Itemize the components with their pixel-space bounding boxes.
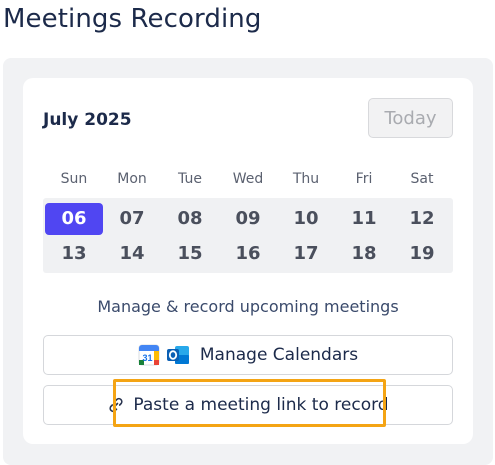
weekday-mon: Mon (117, 171, 147, 187)
today-button[interactable]: Today (368, 98, 453, 138)
day-cell[interactable]: 10 (277, 203, 335, 235)
day-cell[interactable]: 07 (103, 203, 161, 235)
day-cell[interactable]: 13 (45, 238, 103, 270)
weekday-sun: Sun (60, 171, 88, 187)
manage-calendars-label: Manage Calendars (199, 345, 359, 365)
day-cell[interactable]: 19 (393, 238, 451, 270)
manage-calendars-button[interactable]: 31 Manage Calendars (43, 335, 453, 375)
page-title: Meetings Recording (3, 4, 262, 34)
manage-meetings-text: Manage & record upcoming meetings (97, 297, 399, 316)
paste-meeting-link-label: Paste a meeting link to record (133, 395, 389, 415)
day-cell[interactable]: 08 (161, 203, 219, 235)
paste-meeting-link-button[interactable]: Paste a meeting link to record (43, 385, 453, 425)
weekday-wed: Wed (232, 171, 264, 187)
weekday-fri: Fri (355, 171, 373, 187)
weekday-thu: Thu (292, 171, 320, 187)
day-cell[interactable]: 18 (335, 238, 393, 270)
month-label: July 2025 (43, 110, 132, 130)
weekday-tue: Tue (178, 171, 202, 187)
day-cell[interactable]: 17 (277, 238, 335, 270)
day-cell[interactable]: 16 (219, 238, 277, 270)
calendar-provider-icons: 31 (138, 344, 190, 366)
day-cell[interactable]: 09 (219, 203, 277, 235)
day-cell[interactable]: 11 (335, 203, 393, 235)
day-cell-selected[interactable]: 06 (45, 203, 103, 235)
link-icon (109, 397, 123, 413)
google-calendar-icon: 31 (138, 344, 160, 366)
svg-text:31: 31 (142, 353, 152, 363)
day-cell[interactable]: 15 (161, 238, 219, 270)
weekday-sat: Sat (410, 171, 434, 187)
day-cell[interactable]: 14 (103, 238, 161, 270)
day-cell[interactable]: 12 (393, 203, 451, 235)
outlook-icon (166, 346, 189, 364)
